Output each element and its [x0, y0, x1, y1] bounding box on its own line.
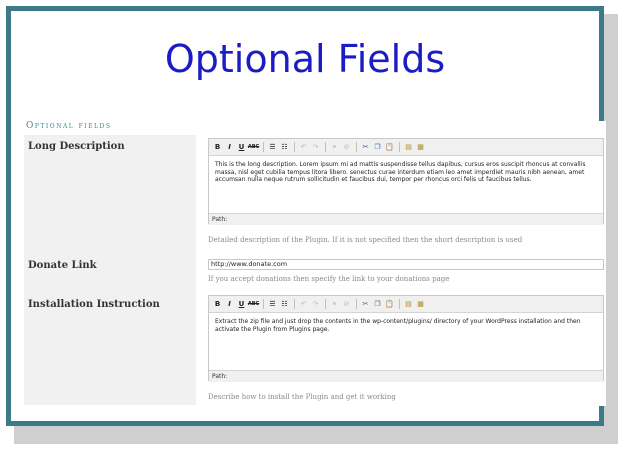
toolbar-separator	[294, 299, 295, 309]
slide: Optional Fields Optional fields Long Des…	[6, 6, 606, 426]
toolbar-separator	[294, 142, 295, 152]
unlink-icon[interactable]: ⊘	[341, 299, 352, 310]
bold-icon[interactable]: B	[212, 299, 223, 310]
toolbar-separator	[325, 299, 326, 309]
copy-icon[interactable]: ❐	[372, 142, 383, 153]
optional-fields-panel: Optional fields Long Description B I U A…	[24, 121, 606, 406]
redo-icon[interactable]: ↷	[310, 299, 321, 310]
redo-icon[interactable]: ↷	[310, 142, 321, 153]
undo-icon[interactable]: ↶	[298, 299, 309, 310]
numbered-list-icon[interactable]: ☷	[279, 142, 290, 153]
link-icon[interactable]: ⚭	[329, 142, 340, 153]
bold-icon[interactable]: B	[212, 142, 223, 153]
toolbar-separator	[356, 142, 357, 152]
paste-word-icon[interactable]: ▦	[415, 299, 426, 310]
paste-text-icon[interactable]: ▤	[403, 299, 414, 310]
cut-icon[interactable]: ✂	[360, 299, 371, 310]
paste-word-icon[interactable]: ▦	[415, 142, 426, 153]
numbered-list-icon[interactable]: ☷	[279, 299, 290, 310]
toolbar-separator	[263, 142, 264, 152]
long-description-text[interactable]: This is the long description. Lorem ipsu…	[209, 156, 603, 213]
toolbar-separator	[356, 299, 357, 309]
installation-label: Installation Instruction	[28, 299, 160, 310]
donate-link-label: Donate Link	[28, 260, 97, 271]
italic-icon[interactable]: I	[224, 142, 235, 153]
donate-link-help: If you accept donations then specify the…	[208, 275, 450, 283]
installation-path: Path:	[209, 370, 603, 382]
copy-icon[interactable]: ❐	[372, 299, 383, 310]
toolbar-separator	[399, 299, 400, 309]
link-icon[interactable]: ⚭	[329, 299, 340, 310]
bullet-list-icon[interactable]: ☰	[267, 142, 278, 153]
strikethrough-icon[interactable]: ABC	[248, 299, 259, 310]
strikethrough-icon[interactable]: ABC	[248, 142, 259, 153]
long-description-label: Long Description	[28, 141, 125, 152]
paste-text-icon[interactable]: ▤	[403, 142, 414, 153]
unlink-icon[interactable]: ⊘	[341, 142, 352, 153]
installation-toolbar: B I U ABC ☰ ☷ ↶ ↷ ⚭ ⊘ ✂ ❐ 📋 ▤ ▦	[209, 296, 603, 313]
cut-icon[interactable]: ✂	[360, 142, 371, 153]
long-description-help: Detailed description of the Plugin. If i…	[208, 236, 523, 244]
donate-link-input[interactable]: http://www.donate.com	[208, 259, 604, 270]
undo-icon[interactable]: ↶	[298, 142, 309, 153]
paste-icon[interactable]: 📋	[384, 142, 395, 153]
italic-icon[interactable]: I	[224, 299, 235, 310]
installation-text[interactable]: Extract the zip file and just drop the c…	[209, 313, 603, 370]
paste-icon[interactable]: 📋	[384, 299, 395, 310]
toolbar-separator	[263, 299, 264, 309]
long-description-editor[interactable]: B I U ABC ☰ ☷ ↶ ↷ ⚭ ⊘ ✂ ❐ 📋 ▤ ▦ This is …	[208, 138, 604, 225]
underline-icon[interactable]: U	[236, 299, 247, 310]
bullet-list-icon[interactable]: ☰	[267, 299, 278, 310]
slide-title: Optional Fields	[164, 37, 446, 81]
long-description-path: Path:	[209, 213, 603, 225]
installation-editor[interactable]: B I U ABC ☰ ☷ ↶ ↷ ⚭ ⊘ ✂ ❐ 📋 ▤ ▦ Extract …	[208, 295, 604, 382]
toolbar-separator	[325, 142, 326, 152]
long-description-toolbar: B I U ABC ☰ ☷ ↶ ↷ ⚭ ⊘ ✂ ❐ 📋 ▤ ▦	[209, 139, 603, 156]
underline-icon[interactable]: U	[236, 142, 247, 153]
installation-help: Describe how to install the Plugin and g…	[208, 393, 396, 401]
toolbar-separator	[399, 142, 400, 152]
section-title: Optional fields	[26, 121, 112, 131]
